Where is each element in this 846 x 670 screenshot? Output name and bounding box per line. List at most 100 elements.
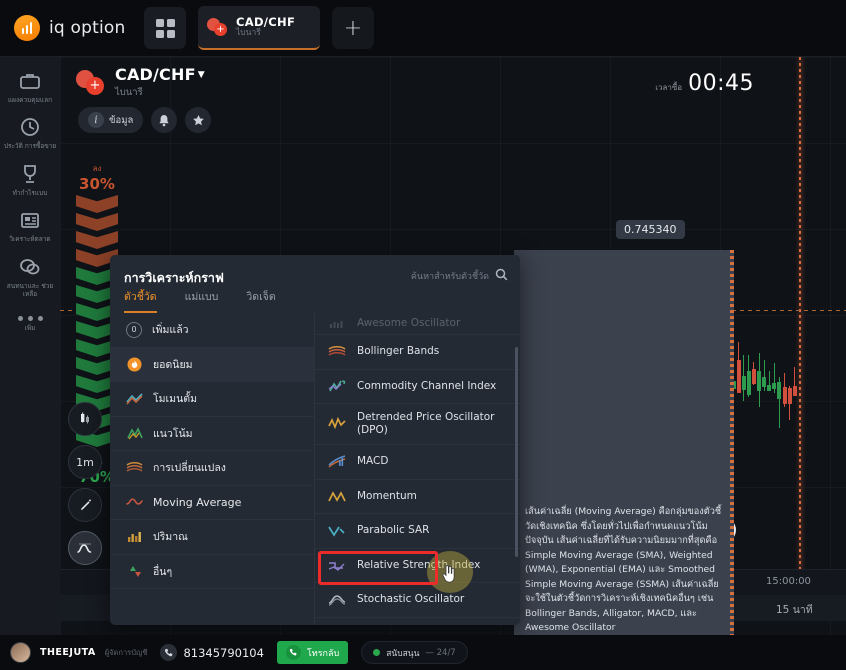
sidebar-item-more[interactable]: เพิ่ม <box>0 310 60 332</box>
category-item-momentum[interactable]: โมเมนตั้ม <box>110 382 314 417</box>
chart-asset-name[interactable]: CAD/CHF <box>115 65 196 84</box>
panel-title: การวิเคราะห์กราฟ <box>124 270 224 285</box>
indicator-item-rsi[interactable]: Relative Strength Index <box>315 549 520 583</box>
awesome-oscillator-icon <box>328 316 346 331</box>
category-item-volume[interactable]: ปริมาณ <box>110 520 314 555</box>
chart-asset-sub: ไบนารี <box>115 87 143 98</box>
category-item-moving-average[interactable]: Moving Average <box>110 486 314 520</box>
others-icon <box>126 564 143 579</box>
agent-phone[interactable]: 81345790104 <box>160 644 264 661</box>
bell-icon[interactable] <box>151 107 178 133</box>
indicator-item-stochastic[interactable]: Stochastic Oscillator <box>315 583 520 618</box>
tab-indicators[interactable]: ตัวชี้วัด <box>124 288 157 313</box>
trend-icon <box>126 426 143 441</box>
indicator-item-moving-average-line[interactable]: เส้นค่าเฉลี่ย <box>315 618 520 626</box>
bottom-bar: THEEJUTA ผู้จัดการบัญชี 81345790104 โทรก… <box>0 635 846 670</box>
sentiment-segment <box>76 231 118 249</box>
asset-tab-sub: ไบนารี <box>236 27 261 38</box>
indicator-item-parabolic-sar[interactable]: Parabolic SAR <box>315 514 520 549</box>
support-hours: — 24/7 <box>425 647 456 658</box>
star-icon[interactable] <box>185 107 212 133</box>
purchase-time-value: 00:45 <box>688 71 754 96</box>
sidebar-item-market-analysis[interactable]: วิเคราะห์ตลาด <box>0 208 60 243</box>
sidebar-item-history[interactable]: ประวัติ การซื้อขาย <box>0 115 60 150</box>
stochastic-icon <box>328 592 346 607</box>
sentiment-segment <box>76 213 118 231</box>
timeframe-button[interactable]: 1m <box>68 445 102 479</box>
sidebar-item-chat-support[interactable]: สนทนาและ ช่วยเหลือ <box>0 255 60 299</box>
cursor-pointer-icon <box>442 565 457 587</box>
category-item-trend[interactable]: แนวโน้ม <box>110 417 314 451</box>
category-label: การเปลี่ยนแปลง <box>153 462 226 475</box>
tab-templates[interactable]: แม่แบบ <box>185 288 219 313</box>
search-input[interactable]: ค้นหาสำหรับตัวชี้วัด <box>411 268 508 284</box>
category-item-volatility[interactable]: การเปลี่ยนแปลง <box>110 451 314 486</box>
indicator-item-cci[interactable]: Commodity Channel Index <box>315 370 520 404</box>
phone-number: 81345790104 <box>183 645 264 660</box>
sidebar-item-tournaments[interactable]: ทำกำไรแบบ <box>0 162 60 197</box>
indicator-item-momentum[interactable]: Momentum <box>315 480 520 514</box>
indicator-item-macd[interactable]: MACD <box>315 445 520 480</box>
indicator-label: Commodity Channel Index <box>357 379 497 392</box>
category-label: Moving Average <box>153 495 242 509</box>
bollinger-bands-icon <box>328 344 346 359</box>
briefcase-icon <box>17 69 43 93</box>
info-button-label: ข้อมูล <box>109 114 134 126</box>
category-label: ปริมาณ <box>153 531 188 544</box>
brand-name: iq option <box>49 18 126 38</box>
online-dot-icon <box>373 649 381 656</box>
sidebar-label-tournaments: ทำกำไรแบบ <box>12 188 48 197</box>
info-button[interactable]: i ข้อมูล <box>78 107 144 133</box>
phone-icon <box>160 644 178 661</box>
tooltip-accent-line <box>730 250 734 645</box>
category-item-popular[interactable]: ยอดนิยม <box>110 347 314 382</box>
indicator-label: Detrended Price Oscillator (DPO) <box>357 411 495 436</box>
support-status[interactable]: สนับสนุน — 24/7 <box>361 641 468 664</box>
asset-coins-icon: + <box>76 69 106 96</box>
timeframe-label: 15 นาที <box>776 604 813 616</box>
category-item-added[interactable]: 0 เพิ่มแล้ว <box>110 313 314 348</box>
tab-widgets[interactable]: วิดเจ็ต <box>246 288 275 313</box>
time-axis-label: 15:00:00 <box>766 576 811 587</box>
indicator-label: MACD <box>357 455 389 468</box>
sidebar-label-chat-support: สนทนาและ ช่วยเหลือ <box>6 281 54 299</box>
left-sidebar: แผงควบคุมแลก ประวัติ การซื้อขาย ทำกำไรแบ… <box>0 57 60 635</box>
indicator-label: Awesome Oscillator <box>357 317 461 330</box>
category-item-others[interactable]: อื่นๆ <box>110 555 314 589</box>
category-list: 0 เพิ่มแล้ว ยอดนิยม โมเมนตั้ม แนวโน้ม กา… <box>110 313 315 625</box>
add-asset-button[interactable]: + <box>332 7 374 49</box>
indicator-item-dpo[interactable]: Detrended Price Oscillator (DPO) <box>315 404 520 445</box>
indicators-wave-icon[interactable] <box>68 531 102 565</box>
category-label: เพิ่มแล้ว <box>152 324 189 337</box>
price-label: 0.745340 <box>616 220 685 239</box>
candles-icon[interactable] <box>68 402 102 436</box>
brand-logo[interactable]: iq option <box>0 15 140 41</box>
purchase-time-label: เวลาซื้อ <box>655 83 683 92</box>
asset-coins-icon: + <box>207 18 229 36</box>
info-icon: i <box>88 112 104 128</box>
top-bar: iq option + CAD/CHF ไบนารี + <box>0 0 846 57</box>
indicator-label: Bollinger Bands <box>357 345 440 358</box>
rsi-icon <box>328 558 346 573</box>
callback-button[interactable]: โทรกลับ <box>276 641 349 664</box>
chart-analysis-panel: การวิเคราะห์กราฟ ค้นหาสำหรับตัวชี้วัด ตั… <box>110 255 520 625</box>
pencil-icon[interactable] <box>68 488 102 522</box>
grid-apps-icon[interactable] <box>144 7 186 49</box>
asset-tab-name: CAD/CHF <box>236 14 296 29</box>
chevron-down-icon[interactable]: ▼ <box>198 70 205 80</box>
more-dots-icon <box>17 315 43 321</box>
crosshair-vertical <box>799 57 801 577</box>
clock-history-icon <box>17 115 43 139</box>
sidebar-item-portfolio[interactable]: แผงควบคุมแลก <box>0 69 60 104</box>
logo-mark-icon <box>14 15 40 41</box>
search-icon[interactable] <box>495 268 508 284</box>
parabolic-sar-icon <box>328 523 346 538</box>
support-label: สนับสนุน <box>386 648 420 659</box>
news-icon <box>17 208 43 232</box>
asset-tab-cadchf[interactable]: + CAD/CHF ไบนารี <box>198 6 320 50</box>
indicator-tooltip: เส้นค่าเฉลี่ย (Moving Average) คือกลุ่มข… <box>514 250 734 645</box>
indicator-item-bollinger-bands[interactable]: Bollinger Bands <box>315 335 520 370</box>
indicator-list-scrollbar[interactable] <box>515 347 518 557</box>
indicator-item-awesome-oscillator[interactable]: Awesome Oscillator <box>315 313 520 335</box>
chat-icon <box>17 255 43 279</box>
